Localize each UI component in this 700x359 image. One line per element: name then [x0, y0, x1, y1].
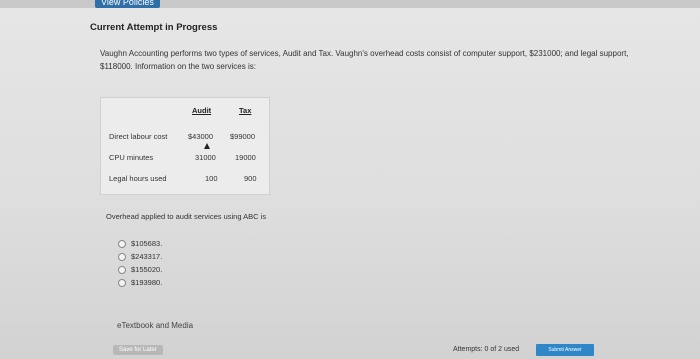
save-for-later-button[interactable]: Save for Later: [113, 345, 163, 355]
answer-option[interactable]: $243317.: [118, 250, 162, 263]
question-prompt: Overhead applied to audit services using…: [106, 212, 267, 221]
answer-option-label: $243317.: [131, 252, 163, 261]
answer-option-label: $155020.: [131, 265, 163, 274]
table-cell: $99000: [230, 132, 256, 141]
table-cell: 31000: [195, 153, 216, 162]
radio-button-icon[interactable]: [118, 278, 126, 287]
view-policies-link[interactable]: View Policies: [95, 0, 160, 8]
answer-option[interactable]: $193980.: [118, 276, 162, 289]
attempts-counter: Attempts: 0 of 2 used: [453, 346, 520, 353]
question-text: Vaughn Accounting performs two types of …: [100, 49, 629, 71]
top-strip: View Policies: [0, 0, 700, 8]
table-cell: 100: [205, 174, 218, 183]
answer-options: $105683. $243317. $155020. $193980.: [118, 237, 162, 289]
radio-button-icon[interactable]: [118, 265, 126, 274]
table-cell: $43000: [188, 132, 214, 141]
table-row-label: CPU minutes: [109, 153, 154, 162]
table-header-audit: Audit: [192, 106, 212, 115]
services-table: Audit Tax Direct labour cost $43000 $990…: [100, 97, 270, 195]
radio-button-icon[interactable]: [118, 252, 126, 261]
etextbook-link[interactable]: eTextbook and Media: [117, 321, 193, 330]
submit-answer-button[interactable]: Submit Answer: [536, 344, 594, 356]
radio-button-icon[interactable]: [118, 239, 126, 248]
attempt-title: Current Attempt in Progress: [90, 22, 218, 33]
answer-option-label: $193980.: [131, 278, 163, 287]
table-header-tax: Tax: [239, 106, 252, 115]
table-row-label: Direct labour cost: [109, 132, 168, 141]
mouse-cursor-icon: [204, 143, 210, 149]
table-cell: 19000: [235, 153, 256, 162]
answer-option[interactable]: $105683.: [118, 237, 162, 250]
table-row-label: Legal hours used: [109, 174, 167, 183]
table-cell: 900: [244, 174, 257, 183]
answer-option[interactable]: $155020.: [118, 263, 162, 276]
answer-option-label: $105683.: [131, 239, 163, 248]
